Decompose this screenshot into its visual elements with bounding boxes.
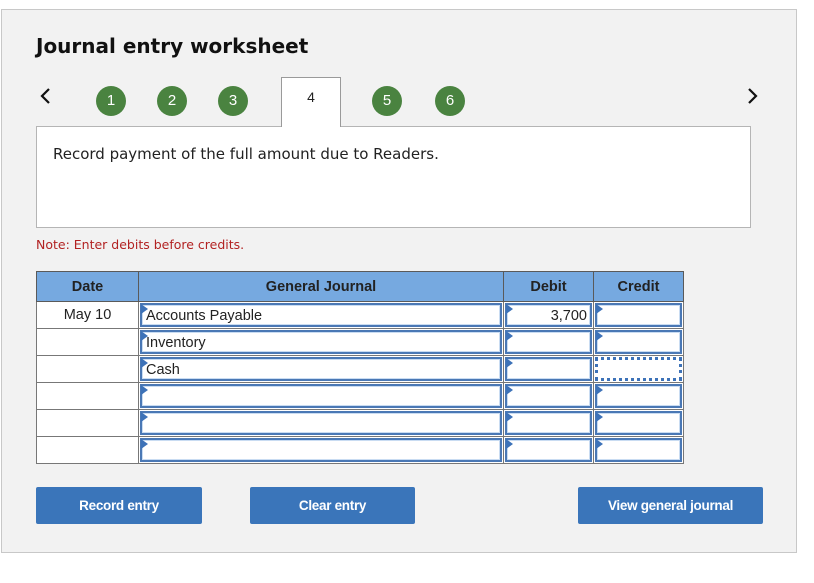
- credit-cell: [593, 301, 684, 329]
- step-3[interactable]: 3: [218, 86, 248, 116]
- view-general-journal-button[interactable]: View general journal: [578, 487, 763, 524]
- step-2[interactable]: 2: [157, 86, 187, 116]
- journal-table: Date General Journal Debit Credit May 10…: [36, 271, 684, 464]
- table-header-row: Date General Journal Debit Credit: [36, 271, 684, 302]
- note-text: Note: Enter debits before credits.: [36, 237, 245, 252]
- dropdown-marker-icon: [506, 385, 513, 395]
- credit-input[interactable]: [595, 303, 682, 327]
- account-input[interactable]: Inventory: [140, 330, 502, 354]
- credit-input[interactable]: [595, 357, 682, 381]
- debit-cell: [503, 328, 594, 356]
- dropdown-marker-icon: [596, 331, 603, 341]
- account-cell: [138, 382, 504, 410]
- dropdown-marker-icon: [506, 439, 513, 449]
- table-row: Inventory: [36, 328, 684, 356]
- credit-input[interactable]: [595, 411, 682, 435]
- table-row: [36, 436, 684, 464]
- date-cell: [36, 328, 139, 356]
- account-value: Cash: [146, 362, 180, 378]
- dropdown-marker-icon: [596, 439, 603, 449]
- header-date: Date: [36, 271, 139, 302]
- debit-input[interactable]: [505, 411, 592, 435]
- step-1[interactable]: 1: [96, 86, 126, 116]
- worksheet-title: Journal entry worksheet: [36, 34, 309, 58]
- clear-entry-button[interactable]: Clear entry: [250, 487, 415, 524]
- debit-cell: [503, 355, 594, 383]
- chevron-right-icon: [748, 88, 758, 104]
- debit-input[interactable]: [505, 357, 592, 381]
- date-cell: [36, 409, 139, 437]
- dropdown-marker-icon: [141, 385, 148, 395]
- table-row: Cash: [36, 355, 684, 383]
- dropdown-marker-icon: [141, 439, 148, 449]
- account-cell: Accounts Payable: [138, 301, 504, 329]
- debit-input[interactable]: 3,700: [505, 303, 592, 327]
- header-credit: Credit: [593, 271, 684, 302]
- dropdown-marker-icon: [596, 385, 603, 395]
- dropdown-marker-icon: [141, 412, 148, 422]
- account-cell: Inventory: [138, 328, 504, 356]
- account-input[interactable]: Accounts Payable: [140, 303, 502, 327]
- date-cell: [36, 382, 139, 410]
- credit-input[interactable]: [595, 438, 682, 462]
- account-input[interactable]: [140, 438, 502, 462]
- debit-input[interactable]: [505, 330, 592, 354]
- debit-input[interactable]: [505, 384, 592, 408]
- credit-cell: [593, 436, 684, 464]
- credit-input[interactable]: [595, 330, 682, 354]
- account-input[interactable]: [140, 384, 502, 408]
- account-input[interactable]: [140, 411, 502, 435]
- debit-cell: [503, 409, 594, 437]
- table-row: May 10 Accounts Payable 3,700: [36, 301, 684, 329]
- record-entry-button[interactable]: Record entry: [36, 487, 202, 524]
- prev-button[interactable]: [36, 84, 56, 108]
- step-6[interactable]: 6: [435, 86, 465, 116]
- account-cell: [138, 436, 504, 464]
- dropdown-marker-icon: [506, 358, 513, 368]
- description-box: Record payment of the full amount due to…: [36, 126, 751, 228]
- dropdown-marker-icon: [596, 412, 603, 422]
- step-5[interactable]: 5: [372, 86, 402, 116]
- next-button[interactable]: [742, 84, 762, 108]
- dropdown-marker-icon: [596, 304, 603, 314]
- chevron-left-icon: [40, 88, 50, 104]
- table-row: [36, 382, 684, 410]
- debit-cell: [503, 382, 594, 410]
- account-cell: Cash: [138, 355, 504, 383]
- debit-cell: 3,700: [503, 301, 594, 329]
- description-text: Record payment of the full amount due to…: [53, 145, 439, 163]
- account-cell: [138, 409, 504, 437]
- credit-cell: [593, 409, 684, 437]
- debit-input[interactable]: [505, 438, 592, 462]
- date-cell: [36, 355, 139, 383]
- credit-cell: [593, 382, 684, 410]
- debit-value: 3,700: [550, 308, 587, 324]
- account-value: Accounts Payable: [146, 308, 263, 324]
- credit-cell: [593, 328, 684, 356]
- table-row: [36, 409, 684, 437]
- date-cell: [36, 436, 139, 464]
- dropdown-marker-icon: [506, 412, 513, 422]
- step-4-active[interactable]: 4: [281, 77, 341, 127]
- date-cell: May 10: [36, 301, 139, 329]
- dropdown-marker-icon: [506, 331, 513, 341]
- dropdown-marker-icon: [506, 304, 513, 314]
- credit-cell: [593, 355, 684, 383]
- credit-input[interactable]: [595, 384, 682, 408]
- header-debit: Debit: [503, 271, 594, 302]
- account-value: Inventory: [146, 335, 206, 351]
- header-general-journal: General Journal: [138, 271, 504, 302]
- account-input[interactable]: Cash: [140, 357, 502, 381]
- debit-cell: [503, 436, 594, 464]
